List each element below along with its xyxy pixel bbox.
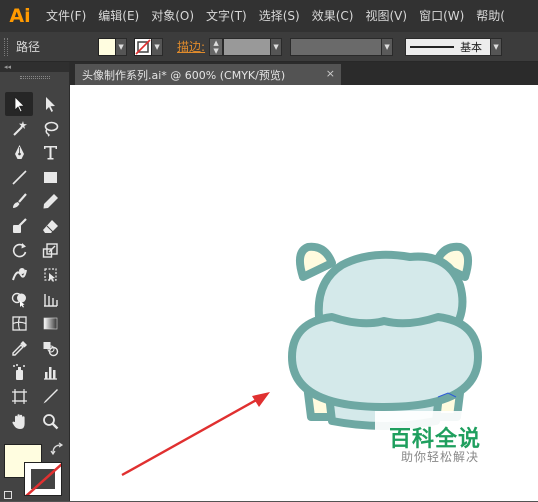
default-colors-icon[interactable] <box>4 491 12 499</box>
brush-stroke-preview <box>410 45 455 48</box>
none-icon <box>135 38 151 55</box>
blend-tool-icon[interactable] <box>36 336 64 360</box>
selection-type-label: 路径 <box>16 40 41 54</box>
blob-brush-tool-icon[interactable] <box>5 214 33 238</box>
brush-definition[interactable]: 基本 ▼ <box>405 37 503 56</box>
selection-tool-icon[interactable] <box>5 92 33 117</box>
column-graph-tool-icon[interactable] <box>36 360 64 384</box>
menu-select[interactable]: 选择(S) <box>253 0 306 32</box>
rotate-tool-icon[interactable] <box>5 238 33 262</box>
pencil-tool-icon[interactable] <box>36 190 64 214</box>
fill-swatch[interactable] <box>98 37 117 56</box>
artboard-canvas[interactable]: 百科全说 助你轻松解决 <box>70 85 538 501</box>
document-tab[interactable]: 头像制作系列.ai* @ 600% (CMYK/预览) × <box>75 64 341 85</box>
magic-wand-tool-icon[interactable] <box>5 116 33 140</box>
main-menu: 文件(F) 编辑(E) 对象(O) 文字(T) 选择(S) 效果(C) 视图(V… <box>40 0 511 32</box>
annotation-arrow-shaft <box>121 396 261 477</box>
menu-help[interactable]: 帮助( <box>470 0 511 32</box>
hand-tool-icon[interactable] <box>5 409 33 433</box>
annotation-arrow-head <box>252 392 270 407</box>
free-transform-tool-icon[interactable] <box>36 263 64 287</box>
shape-builder-tool-icon[interactable] <box>5 287 33 311</box>
fill-stroke-swatches[interactable] <box>4 442 64 502</box>
app-logo: Ai <box>9 5 31 27</box>
eraser-tool-icon[interactable] <box>36 214 64 238</box>
paintbrush-tool-icon[interactable] <box>5 190 33 214</box>
brush-name: 基本 <box>460 40 483 54</box>
tools-panel: ◂◂ <box>0 62 70 501</box>
artboard-tool-icon[interactable] <box>5 385 33 409</box>
variable-width-profile[interactable]: ▼ <box>290 37 394 56</box>
stroke-none-swatch[interactable] <box>134 37 153 56</box>
chevron-down-icon[interactable]: ▼ <box>116 37 128 56</box>
symbol-sprayer-tool-icon[interactable] <box>5 360 33 384</box>
menu-view[interactable]: 视图(V) <box>359 0 413 32</box>
brush-field[interactable]: 基本 <box>405 37 492 56</box>
stroke-weight-input[interactable]: ▲ ▼ ▼ <box>209 37 283 56</box>
scale-tool-icon[interactable] <box>36 238 64 262</box>
zoom-tool-icon[interactable] <box>36 409 64 433</box>
eyedropper-tool-icon[interactable] <box>5 336 33 360</box>
menu-object[interactable]: 对象(O) <box>145 0 200 32</box>
chevron-down-icon[interactable]: ▼ <box>491 37 503 56</box>
perspective-grid-tool-icon[interactable] <box>36 287 64 311</box>
menu-bar: Ai 文件(F) 编辑(E) 对象(O) 文字(T) 选择(S) 效果(C) 视… <box>0 0 538 32</box>
warp-tool-icon[interactable] <box>5 263 33 287</box>
gradient-tool-icon[interactable] <box>36 312 64 336</box>
menu-effect[interactable]: 效果(C) <box>306 0 360 32</box>
menu-file[interactable]: 文件(F) <box>40 0 92 32</box>
tool-grid <box>5 92 64 433</box>
stepper-icon[interactable]: ▲ ▼ <box>209 37 224 56</box>
toolbox-collapse[interactable]: ◂◂ <box>0 62 69 72</box>
rectangle-tool-icon[interactable] <box>36 165 64 189</box>
menu-edit[interactable]: 编辑(E) <box>92 0 145 32</box>
profile-field[interactable] <box>290 37 383 56</box>
swap-arrow-icon[interactable] <box>50 442 64 456</box>
pen-tool-icon[interactable] <box>5 141 33 165</box>
stroke-weight-field[interactable] <box>223 37 272 56</box>
menu-window[interactable]: 窗口(W) <box>413 0 470 32</box>
close-icon[interactable]: × <box>326 67 335 80</box>
stroke-color-swatch[interactable] <box>24 462 62 496</box>
line-tool-icon[interactable] <box>5 165 33 189</box>
lasso-tool-icon[interactable] <box>36 116 64 140</box>
none-icon <box>25 463 61 495</box>
watermark-subtitle: 助你轻松解决 <box>401 450 480 464</box>
fill-picker[interactable]: ▼ <box>98 37 128 56</box>
type-tool-icon[interactable] <box>36 141 64 165</box>
document-tab-bar: 头像制作系列.ai* @ 600% (CMYK/预览) × <box>70 62 538 85</box>
document-tab-title: 头像制作系列.ai* @ 600% (CMYK/预览) <box>82 68 286 82</box>
panel-grip[interactable] <box>4 37 8 56</box>
mesh-tool-icon[interactable] <box>5 312 33 336</box>
control-bar: 路径 ▼ ▼ 描边: ▲ ▼ ▼ ▼ 基本 ▼ <box>0 32 538 62</box>
panel-grip[interactable] <box>20 76 50 79</box>
chevron-down-icon[interactable]: ▼ <box>382 37 394 56</box>
slice-tool-icon[interactable] <box>36 385 64 409</box>
stroke-weight-label[interactable]: 描边: <box>177 38 205 55</box>
chevron-down-icon[interactable]: ▼ <box>271 37 283 56</box>
stroke-picker[interactable]: ▼ <box>134 37 164 56</box>
direct-selection-tool-icon[interactable] <box>36 92 64 116</box>
chevron-down-icon[interactable]: ▼ <box>152 37 164 56</box>
watermark: 百科全说 助你轻松解决 <box>375 411 505 464</box>
menu-type[interactable]: 文字(T) <box>200 0 253 32</box>
